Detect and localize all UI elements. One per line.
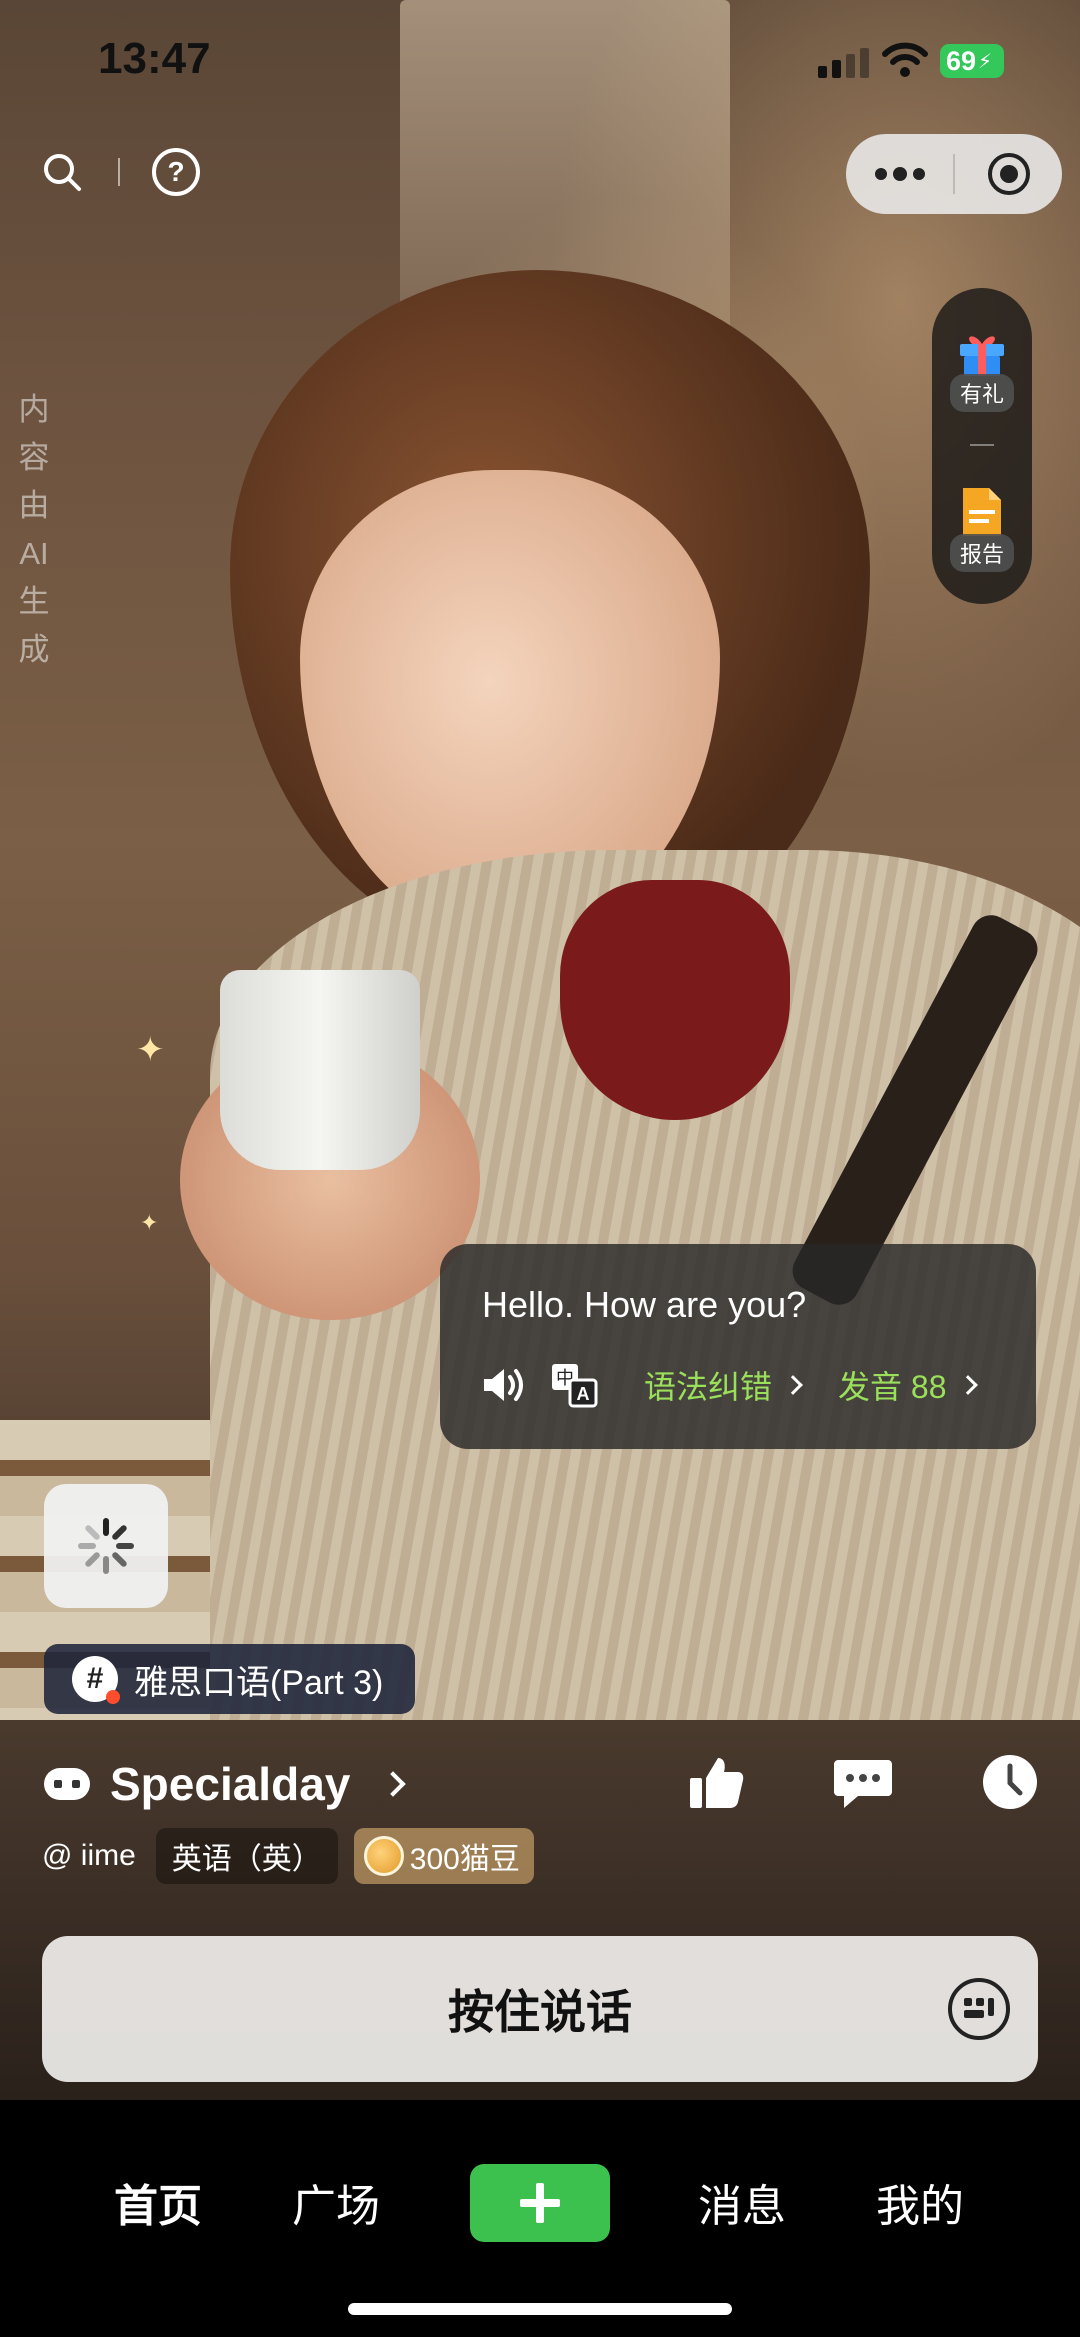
author-handle[interactable]: @ iime — [42, 1828, 156, 1884]
grammar-label: 语法纠错 — [644, 1369, 773, 1405]
status-time: 13:47 — [98, 34, 211, 83]
create-button[interactable] — [470, 2164, 610, 2242]
topic-tag[interactable]: # 雅思口语(Part 3) — [44, 1644, 416, 1714]
character-collar — [560, 880, 790, 1120]
side-panel-divider — [970, 444, 994, 446]
message-text: Hello. How are you? — [482, 1284, 807, 1325]
home-indicator — [348, 2303, 732, 2315]
history-icon[interactable] — [980, 1752, 1040, 1817]
keyboard-icon[interactable] — [946, 1976, 1012, 2042]
ai-note-char: AI — [19, 536, 49, 571]
cat-coin-icon — [363, 1836, 404, 1876]
character-name: Specialday — [110, 1758, 351, 1810]
character-link[interactable]: Specialday — [42, 1752, 407, 1816]
character-icon — [44, 1768, 90, 1800]
topic-label: 雅思口语(Part 3) — [134, 1663, 384, 1702]
nav-messages[interactable]: 消息 — [698, 2170, 786, 2234]
search-icon[interactable] — [36, 146, 88, 198]
pronunciation-link[interactable]: 发音 88 — [838, 1362, 978, 1408]
ai-note-char: 内 — [18, 392, 50, 427]
coffee-cup — [220, 970, 420, 1170]
translate-icon[interactable]: 中A — [550, 1362, 598, 1408]
signal-icon — [818, 48, 869, 78]
svg-text:A: A — [577, 1384, 590, 1404]
gift-button[interactable]: 有礼 — [932, 324, 1032, 412]
like-icon[interactable] — [686, 1752, 746, 1817]
ai-note-char: 由 — [18, 488, 50, 523]
coin-label: 300猫豆 — [409, 1843, 520, 1876]
chevron-right-icon — [957, 1375, 978, 1395]
pronunciation-label: 发音 88 — [838, 1369, 947, 1405]
nav-home[interactable]: 首页 — [114, 2170, 202, 2234]
loading-indicator — [44, 1484, 168, 1608]
spinner-icon — [78, 1518, 134, 1574]
ai-note-char: 容 — [18, 440, 50, 475]
ai-note-char: 生 — [18, 584, 50, 619]
report-icon — [963, 488, 1001, 536]
ai-generated-note: 内 容 由 AI 生 成 — [14, 386, 54, 674]
battery-charging-icon: 69 ⚡ — [940, 44, 1004, 78]
report-button[interactable]: 报告 — [932, 484, 1032, 572]
grammar-correction-link[interactable]: 语法纠错 — [644, 1362, 803, 1408]
chevron-right-icon — [380, 1771, 407, 1797]
top-left-tools: ? — [36, 146, 202, 198]
battery-level: 69 — [946, 45, 977, 76]
speaker-icon[interactable] — [480, 1365, 528, 1405]
side-panel: 有礼 报告 — [932, 288, 1032, 604]
hold-to-talk-button[interactable]: 按住说话 — [42, 1936, 1038, 2082]
chevron-right-icon — [783, 1375, 803, 1395]
language-badge: 英语（英） — [155, 1828, 338, 1884]
report-label: 报告 — [949, 534, 1014, 572]
comment-icon[interactable] — [832, 1752, 894, 1817]
ai-note-char: 成 — [18, 632, 50, 667]
gift-icon — [960, 336, 1004, 376]
help-icon[interactable]: ? — [150, 146, 202, 198]
wifi-icon — [882, 42, 928, 77]
hashtag-icon: # — [72, 1656, 120, 1704]
message-bubble[interactable]: Hello. How are you? 中A 语法纠错 发音 88 — [440, 1244, 1036, 1449]
sparkle-icon: ✦ — [136, 1031, 165, 1069]
plus-icon — [520, 2183, 560, 2223]
sparkle-icon: ✦ — [140, 1210, 159, 1235]
talk-label: 按住说话 — [448, 1986, 632, 2038]
nav-mine[interactable]: 我的 — [876, 2170, 964, 2234]
nav-square[interactable]: 广场 — [292, 2170, 380, 2234]
gift-label: 有礼 — [949, 374, 1014, 412]
coin-badge[interactable]: 300猫豆 — [353, 1828, 534, 1884]
meta-row: @ iime 英语（英） 300猫豆 — [42, 1828, 534, 1884]
close-target-icon[interactable] — [955, 134, 1062, 214]
toolbar-divider — [118, 158, 120, 186]
bubble-actions: 中A 语法纠错 发音 88 — [480, 1360, 978, 1410]
miniprogram-capsule — [846, 134, 1062, 214]
status-bar: 13:47 69 ⚡ — [0, 0, 1080, 120]
svg-text:?: ? — [167, 156, 184, 187]
more-icon[interactable] — [846, 134, 953, 214]
